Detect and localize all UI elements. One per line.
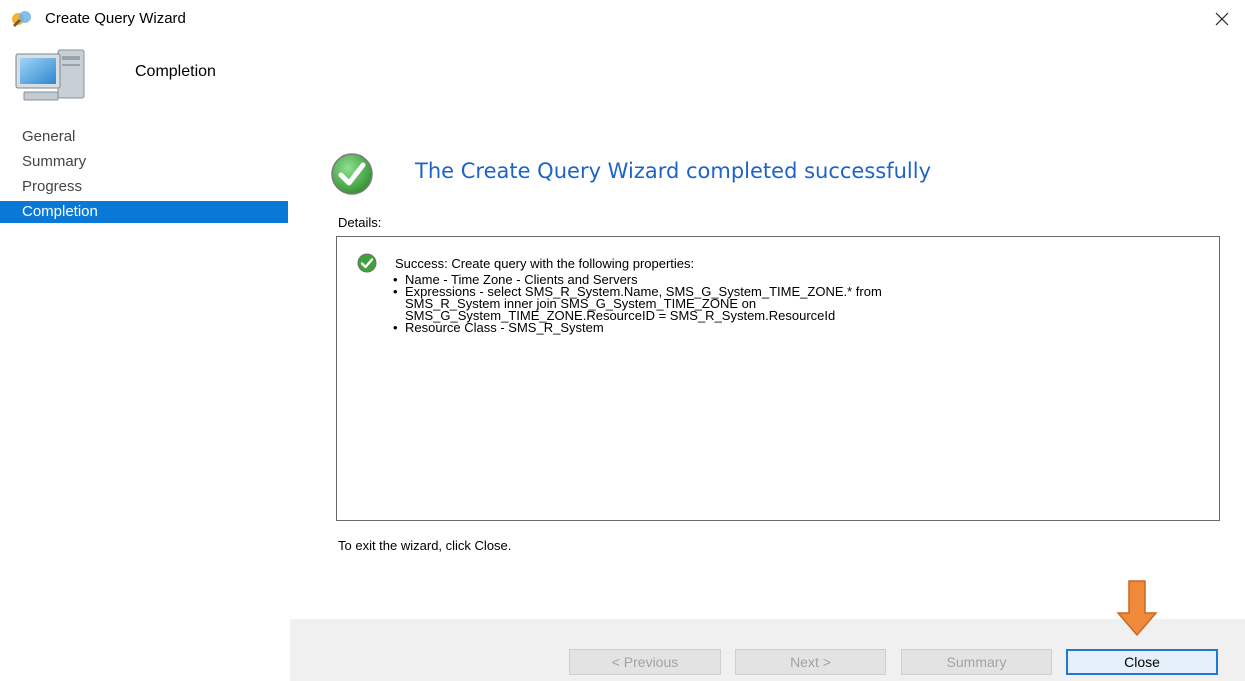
- completion-heading: The Create Query Wizard completed succes…: [415, 159, 932, 183]
- wizard-header: Completion: [0, 38, 1245, 110]
- step-title: Completion: [135, 63, 216, 80]
- details-label: Details:: [338, 215, 382, 230]
- nav-item-general[interactable]: General: [0, 126, 288, 148]
- details-status: Success: Create query with the following…: [395, 256, 695, 271]
- wizard-step-list: General Summary Progress Completion: [0, 110, 290, 681]
- previous-button[interactable]: < Previous: [569, 649, 721, 675]
- details-box: Success: Create query with the following…: [336, 236, 1220, 521]
- title-bar: Create Query Wizard: [0, 0, 1245, 38]
- computer-icon: [15, 49, 85, 101]
- exit-instruction: To exit the wizard, click Close.: [338, 538, 512, 553]
- wizard-icon: [12, 11, 31, 27]
- checkmark-circle-icon: [331, 153, 373, 195]
- success-check-icon: [357, 253, 377, 273]
- summary-button[interactable]: Summary: [901, 649, 1052, 675]
- arrow-down-icon: [1116, 580, 1158, 637]
- details-properties-list: Name - Time Zone - Clients and Servers E…: [393, 273, 882, 334]
- content-panel: The Create Query Wizard completed succes…: [290, 110, 1245, 619]
- nav-item-completion[interactable]: Completion: [0, 201, 288, 223]
- nav-item-summary[interactable]: Summary: [0, 151, 288, 173]
- window-title: Create Query Wizard: [45, 10, 186, 27]
- nav-item-progress[interactable]: Progress: [0, 176, 288, 198]
- close-icon: [1215, 12, 1229, 26]
- wizard-footer: < Previous Next > Summary Close: [290, 619, 1245, 681]
- window-close-button[interactable]: [1199, 0, 1245, 38]
- close-button[interactable]: Close: [1066, 649, 1218, 675]
- details-item: Resource Class - SMS_R_System: [393, 321, 882, 334]
- next-button[interactable]: Next >: [735, 649, 886, 675]
